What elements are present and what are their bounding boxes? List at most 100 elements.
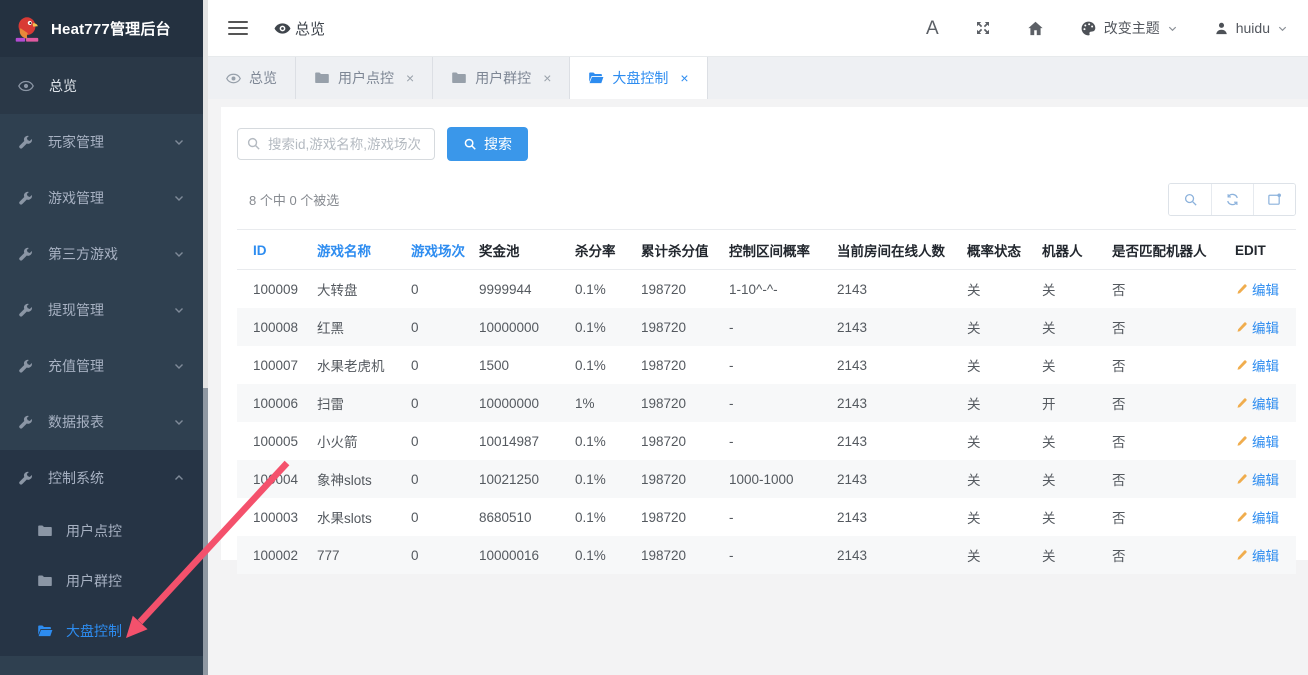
cell-prize-pool: 10014987 [471,422,567,460]
cell-kill-rate: 0.1% [567,536,633,574]
tab-label: 用户群控 [475,68,531,88]
close-icon[interactable]: × [406,70,414,86]
sidebar-item-label: 大盘控制 [66,621,122,641]
sidebar-item-third-party-games[interactable]: 第三方游戏 [0,226,203,282]
folder-icon [37,574,53,588]
cell-online-count: 2143 [829,422,959,460]
cell-online-count: 2143 [829,308,959,346]
edit-link[interactable]: 编辑 [1252,507,1279,527]
card-view-button[interactable] [1253,184,1295,215]
table-search-button[interactable] [1169,184,1211,215]
cell-id: 100002 [237,536,309,574]
table-row[interactable]: 100005小火箭0100149870.1%198720-2143关关否 编辑 [237,422,1296,460]
pencil-icon [1235,435,1248,448]
table-row[interactable]: 100008红黑0100000000.1%198720-2143关关否 编辑 [237,308,1296,346]
folder-icon [314,71,330,85]
cell-kill-rate: 0.1% [567,498,633,536]
close-icon[interactable]: × [543,70,551,86]
tab-user-group-control[interactable]: 用户群控 × [433,57,570,99]
search-button[interactable]: 搜索 [447,127,528,161]
edit-link[interactable]: 编辑 [1252,469,1279,489]
sidebar-item-withdraw-mgmt[interactable]: 提现管理 [0,282,203,338]
edit-link[interactable]: 编辑 [1252,355,1279,375]
tab-user-point-control[interactable]: 用户点控 × [296,57,433,99]
sidebar-item-overview[interactable]: 总览 [0,57,203,114]
edit-link[interactable]: 编辑 [1252,431,1279,451]
edit-link[interactable]: 编辑 [1252,545,1279,565]
sidebar-item-control-system[interactable]: 控制系统 [0,450,203,506]
cell-game-session: 0 [403,460,471,498]
wrench-icon [18,359,33,374]
table-row[interactable]: 100007水果老虎机015000.1%198720-2143关关否 编辑 [237,346,1296,384]
sidebar-item-recharge-mgmt[interactable]: 充值管理 [0,338,203,394]
cell-match-robot: 否 [1104,536,1227,574]
column-header-game-session[interactable]: 游戏场次 [403,230,471,270]
sidebar-item-data-reports[interactable]: 数据报表 [0,394,203,450]
column-header-cumulative-kill: 累计杀分值 [633,230,721,270]
sidebar-menu: 总览 玩家管理 游戏管理 第三方游戏 提现管理 充值管理 [0,57,203,656]
page-content: 搜索 8 个中 0 个被选 [208,99,1308,675]
chevron-down-icon [173,304,185,316]
chevron-down-icon [173,136,185,148]
cell-probability-status: 关 [959,270,1034,309]
logo-image [12,14,42,44]
search-input[interactable] [237,128,435,160]
table-row[interactable]: 100003水果slots086805100.1%198720-2143关关否 … [237,498,1296,536]
column-header-game-name[interactable]: 游戏名称 [309,230,403,270]
close-icon[interactable]: × [680,70,688,86]
sidebar-item-label: 控制系统 [48,468,104,488]
table-row[interactable]: 1000027770100000160.1%198720-2143关关否 编辑 [237,536,1296,574]
edit-link[interactable]: 编辑 [1252,317,1279,337]
column-header-id[interactable]: ID [237,230,309,270]
cell-probability-status: 关 [959,308,1034,346]
sidebar-item-player-mgmt[interactable]: 玩家管理 [0,114,203,170]
theme-palette-icon [1080,20,1097,37]
edit-link[interactable]: 编辑 [1252,279,1279,299]
sidebar-item-game-mgmt[interactable]: 游戏管理 [0,170,203,226]
search-button-label: 搜索 [484,134,512,154]
tab-overview[interactable]: 总览 [208,57,296,99]
theme-menu[interactable]: 改变主题 [1080,18,1178,38]
cell-cumulative-kill: 198720 [633,270,721,309]
cell-game-name: 扫雷 [309,384,403,422]
cell-match-robot: 否 [1104,384,1227,422]
sidebar-item-label: 第三方游戏 [48,244,118,264]
table-row[interactable]: 100004象神slots0100212500.1%1987201000-100… [237,460,1296,498]
cell-online-count: 2143 [829,270,959,309]
cell-game-session: 0 [403,346,471,384]
edit-link[interactable]: 编辑 [1252,393,1279,413]
refresh-button[interactable] [1211,184,1253,215]
cell-control-range: - [721,346,829,384]
user-menu[interactable]: huidu [1214,20,1288,36]
cell-game-session: 0 [403,498,471,536]
cell-match-robot: 否 [1104,308,1227,346]
table-row[interactable]: 100006扫雷0100000001%198720-2143关开否 编辑 [237,384,1296,422]
sidebar-item-label: 玩家管理 [48,132,104,152]
brand-title: Heat777管理后台 [51,18,171,39]
cell-cumulative-kill: 198720 [633,422,721,460]
home-icon[interactable] [1027,20,1044,37]
cell-cumulative-kill: 198720 [633,346,721,384]
cell-id: 100003 [237,498,309,536]
tab-dashboard-control[interactable]: 大盘控制 × [570,57,707,99]
cell-prize-pool: 10000000 [471,384,567,422]
fullscreen-icon[interactable] [975,20,991,36]
folder-icon [37,524,53,538]
cell-control-range: - [721,536,829,574]
sidebar-item-dashboard-control[interactable]: 大盘控制 [0,606,203,656]
font-size-button[interactable]: A [926,19,939,38]
folder-open-icon [37,624,53,638]
sidebar-item-user-point-control[interactable]: 用户点控 [0,506,203,556]
folder-icon [451,71,467,85]
cell-prize-pool: 10000016 [471,536,567,574]
table-row[interactable]: 100009大转盘099999440.1%1987201-10^-^-2143关… [237,270,1296,309]
chevron-up-icon [173,472,185,484]
tab-label: 用户点控 [338,68,394,88]
cell-id: 100009 [237,270,309,309]
cell-id: 100004 [237,460,309,498]
pencil-icon [1235,359,1248,372]
cell-match-robot: 否 [1104,346,1227,384]
hamburger-menu-icon[interactable] [228,21,248,35]
column-header-control-range: 控制区间概率 [721,230,829,270]
sidebar-item-user-group-control[interactable]: 用户群控 [0,556,203,606]
